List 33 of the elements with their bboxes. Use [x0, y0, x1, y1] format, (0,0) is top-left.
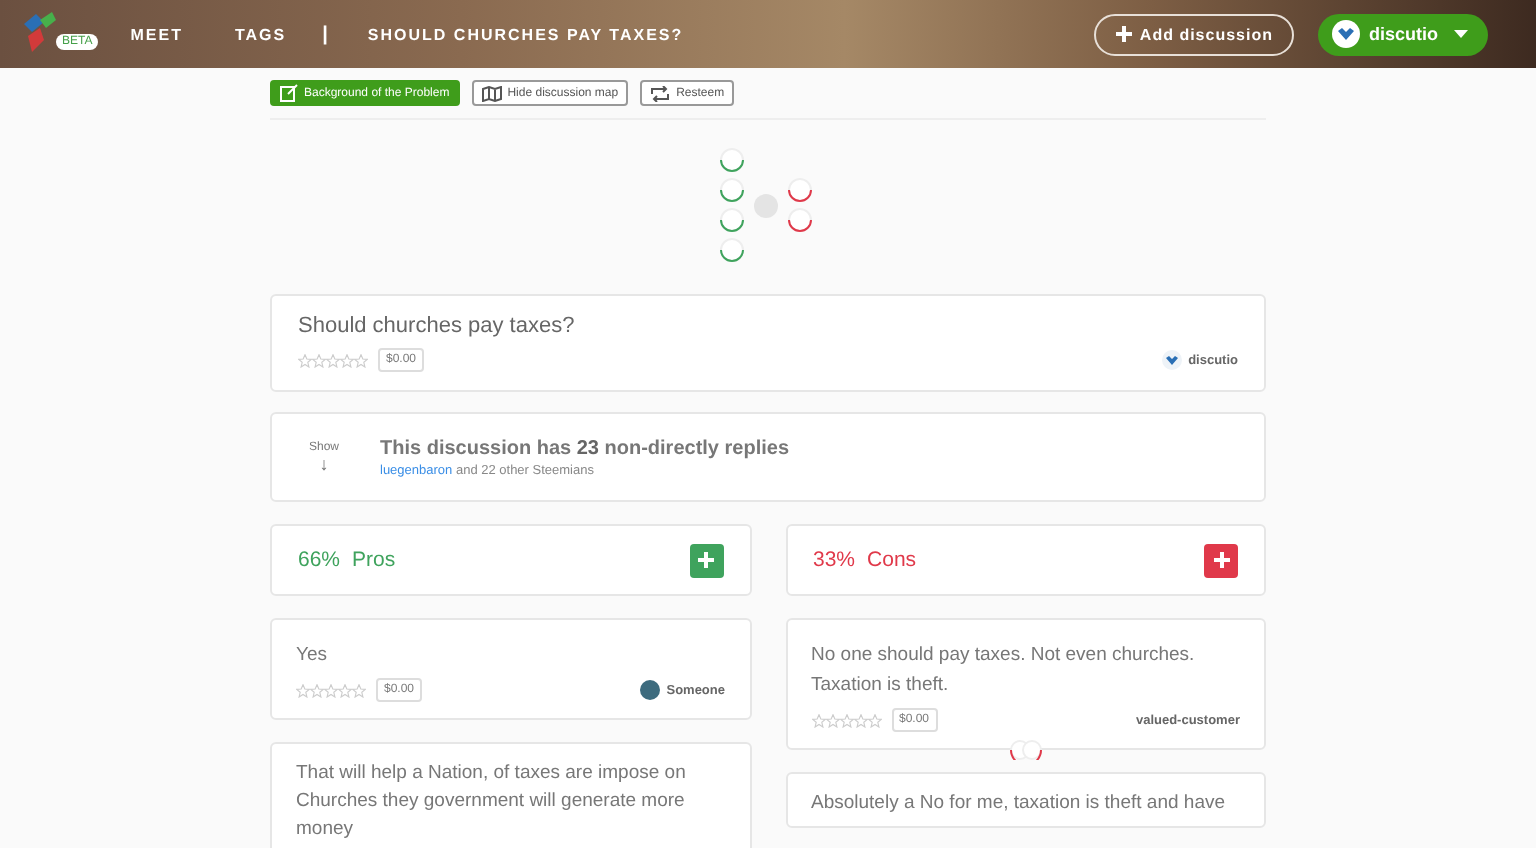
nav-link[interactable]: SHOULD CHURCHES PAY TAXES?: [367, 25, 684, 43]
nav-link[interactable]: TAGS: [234, 25, 287, 43]
heart-avatar-icon: [1162, 350, 1183, 370]
nav-link[interactable]: MEET: [130, 25, 183, 43]
star-rating[interactable]: [811, 713, 881, 727]
map-icon: [481, 85, 502, 101]
edit-icon: [280, 84, 298, 102]
argument-text[interactable]: That will help a Nation, of taxes are impose on Churches they government will generate more money: [296, 760, 725, 844]
argument-text[interactable]: Absolutely a No for me, taxation is theft and have: [811, 790, 1240, 818]
sub-replies-icon[interactable]: [1007, 740, 1044, 760]
plus-icon: [1115, 26, 1132, 42]
user-menu-button[interactable]: discutio: [1318, 13, 1488, 55]
percent-label: 33%: [813, 548, 856, 572]
resteem-icon: [650, 85, 671, 101]
argument-text[interactable]: No one should pay taxes. Not even churches. Taxation is theft.: [811, 640, 1240, 700]
argument-text[interactable]: Yes: [296, 640, 725, 670]
star-rating[interactable]: [298, 353, 368, 367]
add-argument-button[interactable]: [689, 543, 723, 577]
replies-summary: This discussion has 23 non-directly replies: [380, 437, 790, 459]
side-label: Pros: [352, 548, 396, 572]
add-discussion-button[interactable]: Add discussion: [1093, 13, 1295, 55]
plus-icon: [698, 552, 714, 568]
plus-icon: [1213, 552, 1229, 568]
heart-avatar-icon: [1332, 20, 1361, 48]
add-argument-button[interactable]: [1204, 543, 1238, 577]
side-label: Cons: [867, 548, 917, 572]
star-rating[interactable]: [296, 683, 366, 697]
question-title[interactable]: Should churches pay taxes?: [298, 314, 1238, 338]
percent-label: 66%: [298, 548, 341, 572]
caret-icon: [1454, 30, 1468, 38]
avatar-icon: [640, 680, 661, 700]
nav-separator: |: [322, 23, 328, 45]
discussion-map-drawing[interactable]: [720, 144, 816, 268]
